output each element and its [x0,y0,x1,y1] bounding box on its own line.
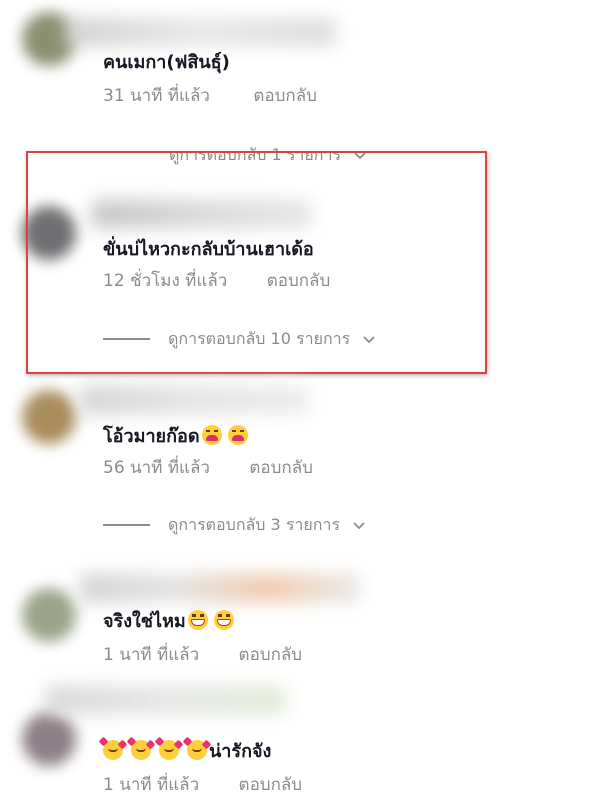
comment-meta: 56 นาที ที่แล้ว ตอบกลับ [103,457,313,479]
avatar[interactable] [22,588,76,642]
comment-meta: 1 นาที ที่แล้ว ตอบกลับ [103,774,302,796]
comment-timestamp: 12 ชั่วโมง ที่แล้ว [103,271,228,291]
grinning-face-emoji [187,610,208,630]
view-replies-label: ดูการตอบกลับ 10 รายการ [168,329,351,348]
view-replies-label: ดูการตอบกลับ 3 รายการ [168,515,341,534]
smiling-face-with-hearts-emoji [103,740,123,760]
view-replies-button[interactable]: ดูการตอบกลับ 3 รายการ [103,514,366,536]
weary-face-emoji [201,425,222,445]
reply-button[interactable]: ตอบกลับ [267,270,331,292]
grinning-face-emoji [213,610,234,630]
reply-button[interactable]: ตอบกลับ [239,774,303,796]
comment-text: ขั่นบ่ไหวกะกลับบ้านเฮาเด้อ [103,239,314,260]
chevron-down-icon [354,152,366,160]
comment-meta: 31 นาที ที่แล้ว ตอบกลับ [103,85,317,107]
comment-meta: 12 ชั่วโมง ที่แล้ว ตอบกลับ [103,270,330,292]
username-blurred[interactable] [66,18,336,46]
username-blurred[interactable] [46,686,286,714]
weary-face-emoji [227,425,248,445]
comment-timestamp: 1 นาที ที่แล้ว [103,645,200,665]
smiling-face-with-hearts-emoji [131,740,151,760]
view-replies-label: ดูการตอบกลับ 1 รายการ [169,145,342,164]
comment-text: โอ้วมายก๊อด [103,425,248,449]
username-blurred[interactable] [92,200,312,228]
comment-text: จริงใช่ไหม [103,610,234,634]
divider-line [103,524,150,526]
avatar[interactable] [22,206,76,260]
comment-text: คนเมกา(ฟสินธุ์) [103,52,230,73]
comment-timestamp: 56 นาที ที่แล้ว [103,458,210,478]
comment-timestamp: 1 นาที ที่แล้ว [103,775,200,795]
reply-button[interactable]: ตอบกลับ [253,85,317,107]
username-blurred[interactable] [80,574,360,602]
chevron-down-icon [363,336,375,344]
reply-button[interactable]: ตอบกลับ [239,644,303,666]
avatar[interactable] [22,712,76,766]
smiling-face-with-hearts-emoji [187,740,207,760]
avatar[interactable] [22,390,76,444]
comment-meta: 1 นาที ที่แล้ว ตอบกลับ [103,644,302,666]
comment-text: น่ารักจัง [103,740,271,764]
view-replies-button[interactable]: ดูการตอบกลับ 1 รายการ [169,144,367,166]
reply-button[interactable]: ตอบกลับ [249,457,313,479]
smiling-face-with-hearts-emoji [159,740,179,760]
comment-timestamp: 31 นาที ที่แล้ว [103,86,210,106]
username-blurred[interactable] [80,386,310,414]
view-replies-button[interactable]: ดูการตอบกลับ 10 รายการ [103,328,376,350]
divider-line [103,338,150,340]
chevron-down-icon [353,522,365,530]
